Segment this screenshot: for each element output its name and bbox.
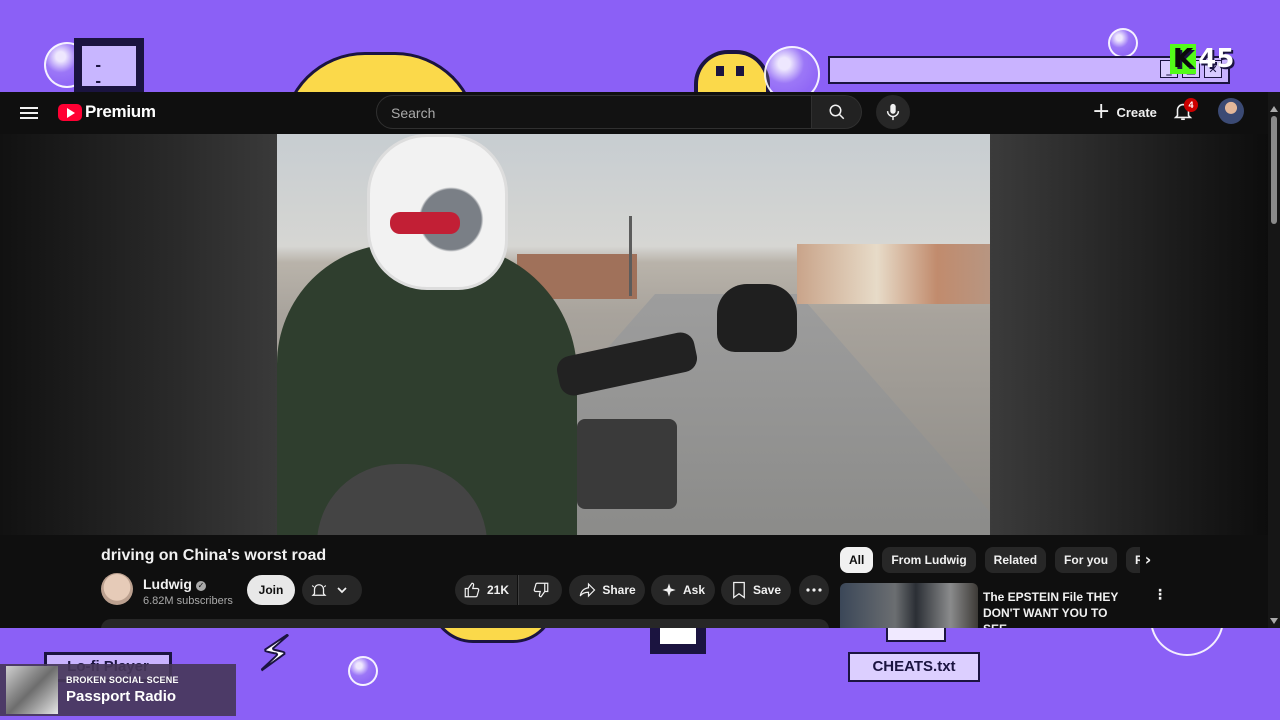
more-horizontal-icon xyxy=(806,588,822,592)
description-box[interactable] xyxy=(101,619,829,628)
thumbs-down-icon xyxy=(533,582,548,598)
cheats-file-label: CHEATS.txt xyxy=(848,652,980,682)
avatar[interactable] xyxy=(1218,98,1244,124)
like-button[interactable]: 21K xyxy=(455,575,517,605)
youtube-logo-icon xyxy=(58,103,82,121)
dislike-button[interactable] xyxy=(518,575,562,605)
share-icon xyxy=(579,582,596,598)
ask-button[interactable]: Ask xyxy=(651,575,715,605)
subscriber-count: 6.82M subscribers xyxy=(143,595,233,607)
scroll-down-icon[interactable] xyxy=(1270,618,1278,624)
sparkle-icon xyxy=(662,583,676,597)
chevron-right-icon[interactable]: › xyxy=(1138,549,1158,571)
search-button[interactable] xyxy=(812,95,862,129)
recommendation-thumbnail[interactable] xyxy=(840,583,978,628)
video-player xyxy=(0,134,1268,535)
chip-from-ludwig[interactable]: From Ludwig xyxy=(882,547,976,573)
search-box xyxy=(376,95,812,129)
youtube-logo[interactable]: Premium xyxy=(58,102,156,122)
pixel-box-decoration xyxy=(650,628,706,654)
voice-search-button[interactable] xyxy=(876,95,910,129)
scrollbar-thumb[interactable] xyxy=(1271,116,1277,224)
subscribe-notifications-button[interactable] xyxy=(302,575,362,605)
motorcycle-rider xyxy=(717,284,797,352)
create-label: Create xyxy=(1116,104,1157,120)
more-vertical-icon[interactable]: ⋮ xyxy=(1152,587,1168,607)
search-icon xyxy=(829,104,844,120)
chevron-down-icon xyxy=(337,587,347,594)
helmet xyxy=(367,134,508,290)
like-count: 21K xyxy=(486,583,509,597)
bookmark-icon xyxy=(733,581,745,599)
ask-label: Ask xyxy=(682,583,705,597)
video-info: driving on China's worst road Ludwig ✓ 6.… xyxy=(0,535,1268,628)
album-art xyxy=(6,666,58,714)
create-button[interactable]: + Create xyxy=(1082,97,1167,127)
channel-avatar[interactable] xyxy=(101,573,133,605)
save-label: Save xyxy=(752,583,782,597)
recommendation-chips: All From Ludwig Related For you Re xyxy=(840,547,1140,573)
bell-icon xyxy=(311,584,327,596)
channel-name[interactable]: Ludwig ✓ xyxy=(143,576,206,592)
save-button[interactable]: Save xyxy=(721,575,791,605)
now-playing-artist: BROKEN SOCIAL SCENE xyxy=(66,675,179,685)
join-button[interactable]: Join xyxy=(247,575,295,605)
chip-all[interactable]: All xyxy=(840,547,874,573)
menu-icon[interactable] xyxy=(20,104,38,122)
bubble-decoration xyxy=(1108,28,1138,58)
notifications-button[interactable]: 4 xyxy=(1172,98,1198,124)
pixel-tv-icon: - - xyxy=(74,38,144,94)
smiley-icon xyxy=(694,50,770,98)
notification-badge: 4 xyxy=(1184,98,1198,112)
search-input[interactable] xyxy=(389,104,793,122)
thumbs-up-icon xyxy=(464,582,480,598)
video-frame[interactable] xyxy=(277,134,990,535)
premium-label: Premium xyxy=(85,102,156,121)
more-actions-button[interactable] xyxy=(799,575,829,605)
kick-logo-icon: K xyxy=(1170,44,1197,74)
scroll-up-icon[interactable] xyxy=(1270,106,1278,112)
share-button[interactable]: Share xyxy=(569,575,645,605)
masthead: Premium + Create 4 xyxy=(0,92,1268,134)
plus-icon: + xyxy=(1092,99,1111,124)
bubble-decoration xyxy=(348,656,378,686)
verified-icon: ✓ xyxy=(196,581,206,591)
lightning-icon: ⚡ xyxy=(257,625,293,683)
recommendation-title[interactable]: The EPSTEIN File THEY DON'T WANT YOU TO … xyxy=(983,589,1143,628)
share-label: Share xyxy=(602,583,636,597)
chip-related[interactable]: Related xyxy=(984,547,1047,573)
kick-counter: K 45 xyxy=(1170,44,1234,74)
chip-for-you[interactable]: For you xyxy=(1055,547,1118,573)
kick-count: 45 xyxy=(1198,44,1235,74)
video-title: driving on China's worst road xyxy=(101,547,327,564)
mic-icon xyxy=(886,103,900,121)
now-playing-widget: BROKEN SOCIAL SCENE Passport Radio xyxy=(0,664,236,716)
scrollbar[interactable] xyxy=(1268,92,1280,628)
youtube-window: Premium + Create 4 xyxy=(0,92,1280,628)
now-playing-title: Passport Radio xyxy=(66,688,177,705)
